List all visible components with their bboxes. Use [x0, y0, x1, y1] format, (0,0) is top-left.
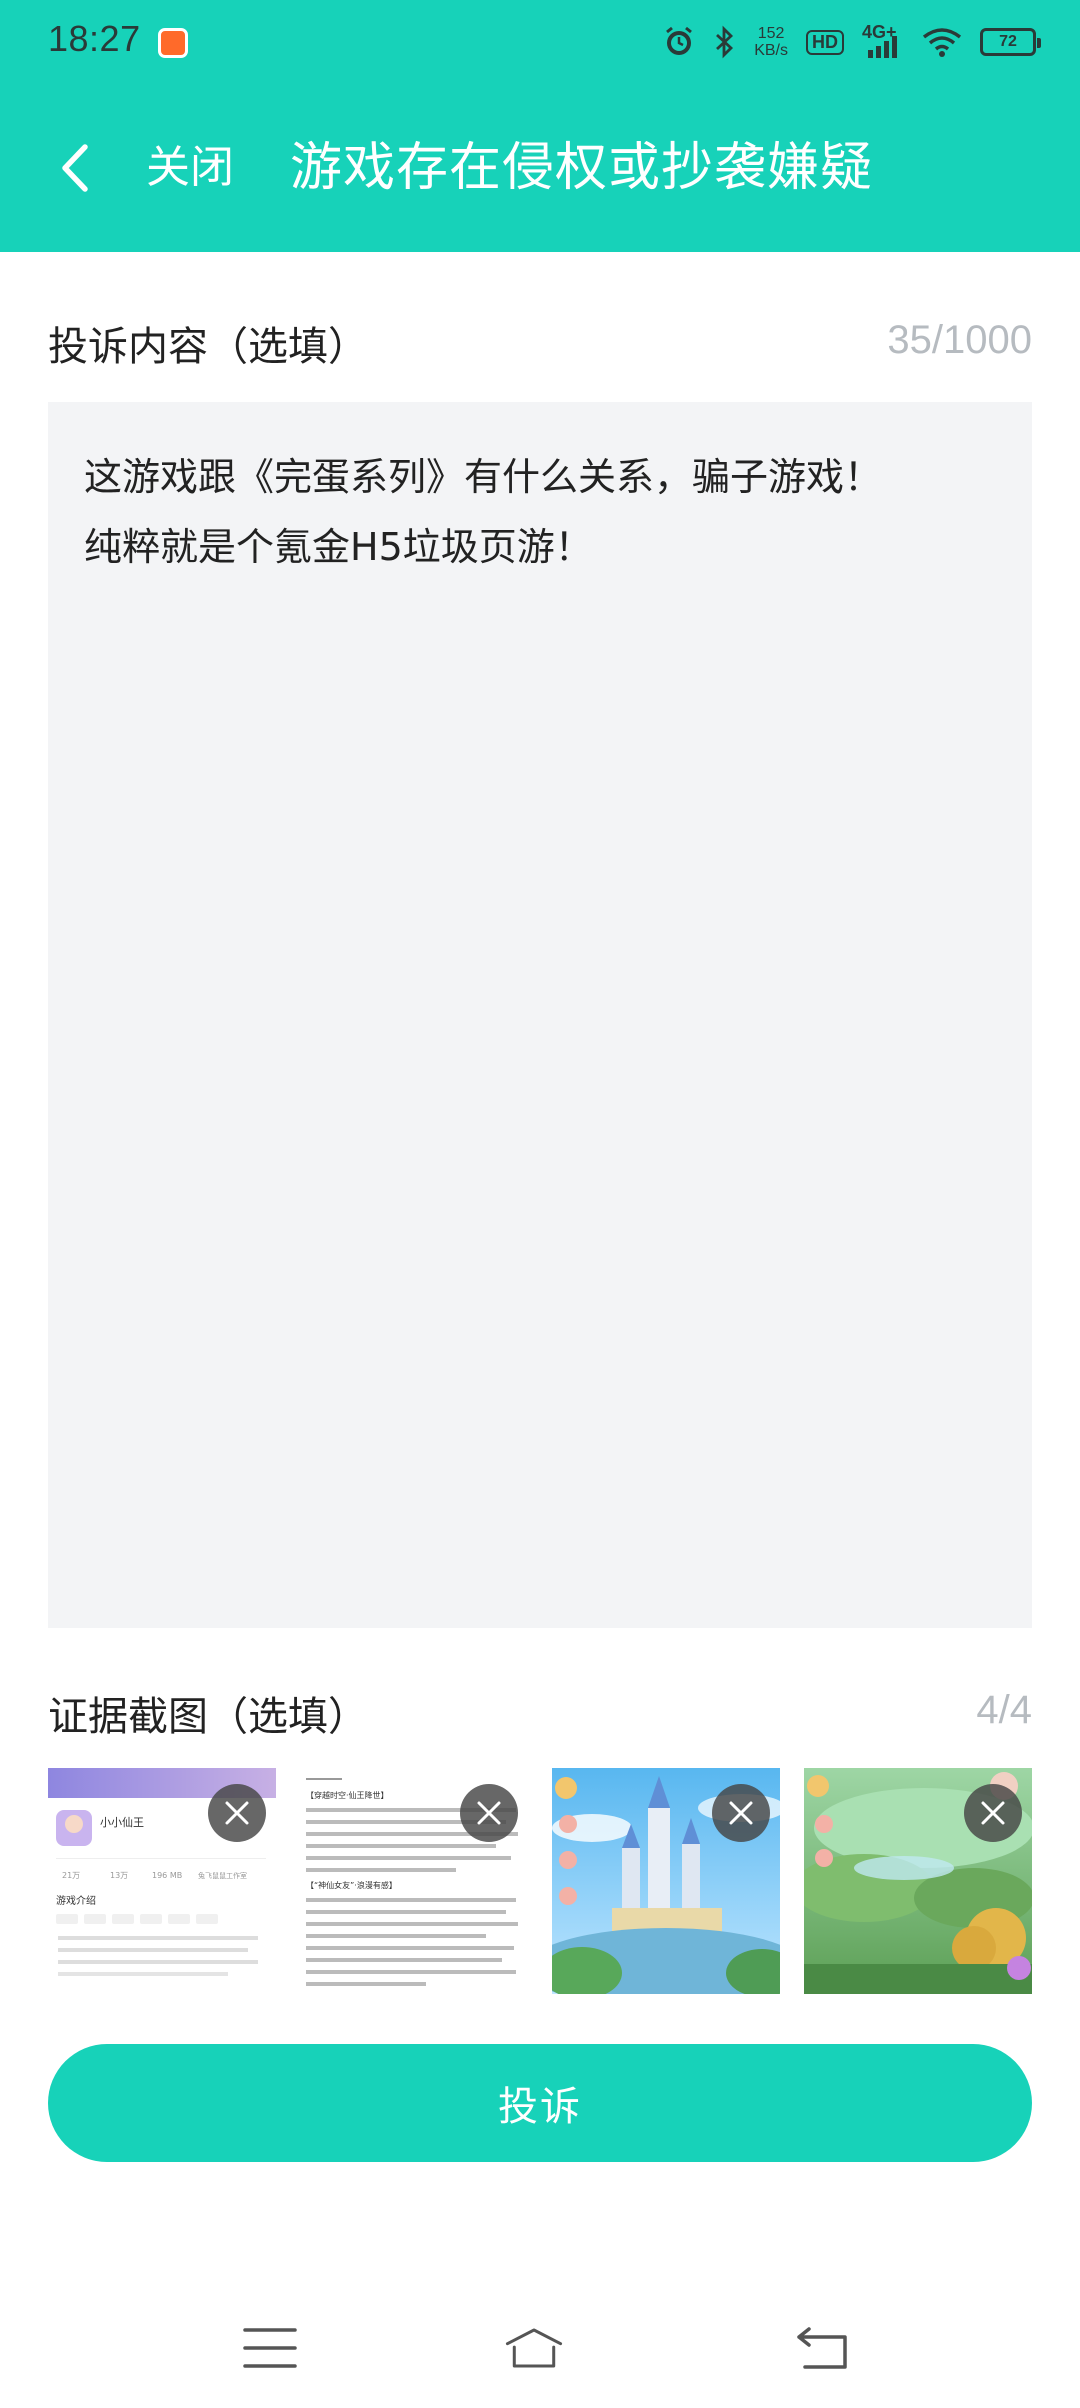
complaint-section-title: 投诉内容（选填）: [48, 324, 368, 370]
remove-screenshot-1-button[interactable]: [208, 1784, 266, 1842]
evidence-thumbnail-3[interactable]: [552, 1768, 780, 1994]
stat-3: 196 MB: [152, 1871, 182, 1880]
evidence-counter: 4/4: [976, 1688, 1032, 1732]
evidence-thumbnails: 小小仙王 21万 13万 196 MB 兔飞鼠鼠工作室 游戏介绍 【穿越时空·仙…: [48, 1768, 1032, 1994]
close-icon: [225, 1801, 249, 1825]
remove-screenshot-4-button[interactable]: [964, 1784, 1022, 1842]
battery-icon: 72: [980, 28, 1041, 56]
back-nav-button[interactable]: [792, 2320, 852, 2376]
status-bar: 18:27 152 KB/s HD 4G+ 72: [0, 0, 1080, 84]
close-icon: [729, 1801, 753, 1825]
evidence-thumbnail-2[interactable]: 【穿越时空·仙王降世】 【“神仙女友”·浪漫有感】: [300, 1768, 528, 1994]
cellular-signal-icon: 4G+: [862, 22, 904, 60]
chevron-left-icon: [62, 144, 88, 192]
stat-4: 兔飞鼠鼠工作室: [198, 1871, 247, 1880]
complaint-char-counter: 35/1000: [887, 318, 1032, 362]
back-button[interactable]: [44, 136, 104, 200]
bluetooth-icon: [714, 25, 736, 59]
evidence-section-title: 证据截图（选填）: [48, 1694, 368, 1740]
navigation-bar: 关闭 游戏存在侵权或抄袭嫌疑: [0, 100, 1080, 240]
hd-badge: HD: [806, 29, 844, 55]
status-icons: 152 KB/s HD 4G+ 72: [662, 20, 1041, 64]
game-name-text: 小小仙王: [100, 1816, 144, 1829]
net-speed-unit: KB/s: [754, 42, 788, 59]
net-speed-value: 152: [757, 25, 785, 42]
description-subheading: 【“神仙女友”·浪漫有感】: [306, 1880, 397, 1890]
submit-complaint-button[interactable]: 投诉: [48, 2044, 1032, 2162]
system-navigation-bar: [0, 2300, 1080, 2390]
app-header: 18:27 152 KB/s HD 4G+ 72 关闭 游戏存在侵权或抄袭嫌疑: [0, 0, 1080, 252]
close-icon: [981, 1801, 1005, 1825]
home-button[interactable]: [504, 2320, 564, 2376]
menu-button[interactable]: [240, 2320, 300, 2376]
net-speed: 152 KB/s: [754, 25, 788, 59]
close-icon: [477, 1801, 501, 1825]
app-notification-icon: [158, 28, 188, 58]
menu-icon: [243, 2328, 297, 2368]
home-icon: [505, 2328, 563, 2368]
stat-2: 13万: [110, 1871, 128, 1880]
back-arrow-icon: [797, 2327, 847, 2369]
page-title: 游戏存在侵权或抄袭嫌疑: [290, 138, 874, 198]
wifi-icon: [922, 27, 962, 57]
complaint-textarea[interactable]: 这游戏跟《完蛋系列》有什么关系，骗子游戏！ 纯粹就是个氪金H5垃圾页游！: [48, 402, 1032, 1628]
close-button[interactable]: 关闭: [146, 136, 234, 200]
stat-1: 21万: [62, 1871, 80, 1880]
evidence-thumbnail-4[interactable]: [804, 1768, 1032, 1994]
remove-screenshot-2-button[interactable]: [460, 1784, 518, 1842]
description-heading: 【穿越时空·仙王降世】: [306, 1790, 389, 1800]
evidence-thumbnail-1[interactable]: 小小仙王 21万 13万 196 MB 兔飞鼠鼠工作室 游戏介绍: [48, 1768, 276, 1994]
remove-screenshot-3-button[interactable]: [712, 1784, 770, 1842]
alarm-icon: [662, 25, 696, 59]
status-time: 18:27: [48, 18, 141, 59]
section-text: 游戏介绍: [56, 1894, 96, 1907]
